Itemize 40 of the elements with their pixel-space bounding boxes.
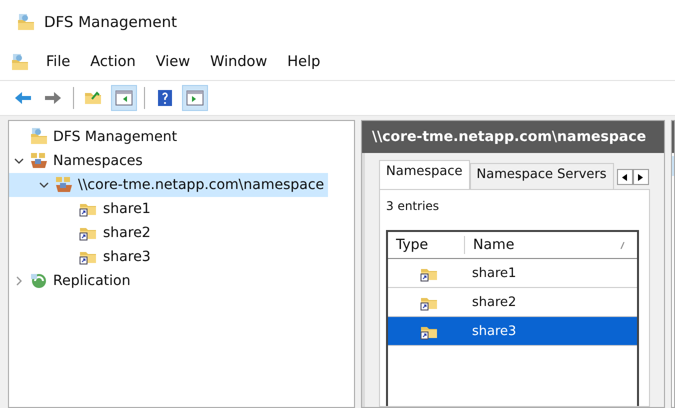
tab[interactable]: Namespace	[379, 160, 470, 189]
menu-item[interactable]: Action	[80, 54, 146, 70]
menu-item[interactable]: Window	[200, 54, 278, 70]
tree-item[interactable]: Namespaces	[9, 149, 147, 173]
list-row[interactable]: share3	[388, 317, 637, 346]
help-icon	[155, 88, 175, 108]
chevron-right-icon[interactable]	[14, 276, 24, 286]
pane-toggle-icon	[185, 88, 205, 108]
sort-icon	[620, 242, 625, 248]
tree-item[interactable]: share2	[9, 221, 155, 245]
window-title: DFS Management	[44, 13, 178, 31]
menu-item[interactable]: Help	[277, 54, 330, 70]
folder-network-icon[interactable]	[10, 53, 30, 71]
tab[interactable]: Namespace Servers	[470, 163, 614, 189]
toolbar-button[interactable]	[182, 85, 208, 111]
menu-item[interactable]: File	[36, 54, 80, 70]
triangle-right-icon	[638, 174, 644, 180]
folder-network-icon	[16, 13, 36, 31]
tree-item[interactable]: Replication	[9, 269, 134, 293]
scroll-right-button[interactable]	[632, 169, 649, 185]
namespaces-icon	[29, 151, 49, 171]
column-header[interactable]: Type	[388, 236, 465, 254]
replication-icon	[29, 271, 49, 291]
tree-item[interactable]: DFS Management	[9, 125, 182, 149]
scroll-left-button[interactable]	[616, 169, 633, 185]
chevron-down-icon[interactable]	[39, 180, 49, 190]
menu-item[interactable]: View	[146, 54, 200, 70]
tree-item[interactable]: \\core-tme.netapp.com\namespace	[9, 173, 328, 197]
entry-count: 3 entries	[386, 198, 440, 215]
list-row[interactable]: share1	[388, 259, 637, 288]
tree-item[interactable]: share1	[9, 197, 155, 221]
panel-header: \\core-tme.netapp.com\namespace	[362, 121, 664, 153]
chevron-down-icon[interactable]	[14, 156, 24, 166]
toolbar-button[interactable]	[111, 85, 137, 111]
folder-network-icon	[29, 127, 49, 147]
tree-item[interactable]: share3	[9, 245, 155, 269]
pane-toggle-icon	[114, 88, 134, 108]
column-header[interactable]: Name	[465, 232, 637, 258]
triangle-left-icon	[622, 174, 628, 180]
namespace-icon	[54, 175, 74, 195]
